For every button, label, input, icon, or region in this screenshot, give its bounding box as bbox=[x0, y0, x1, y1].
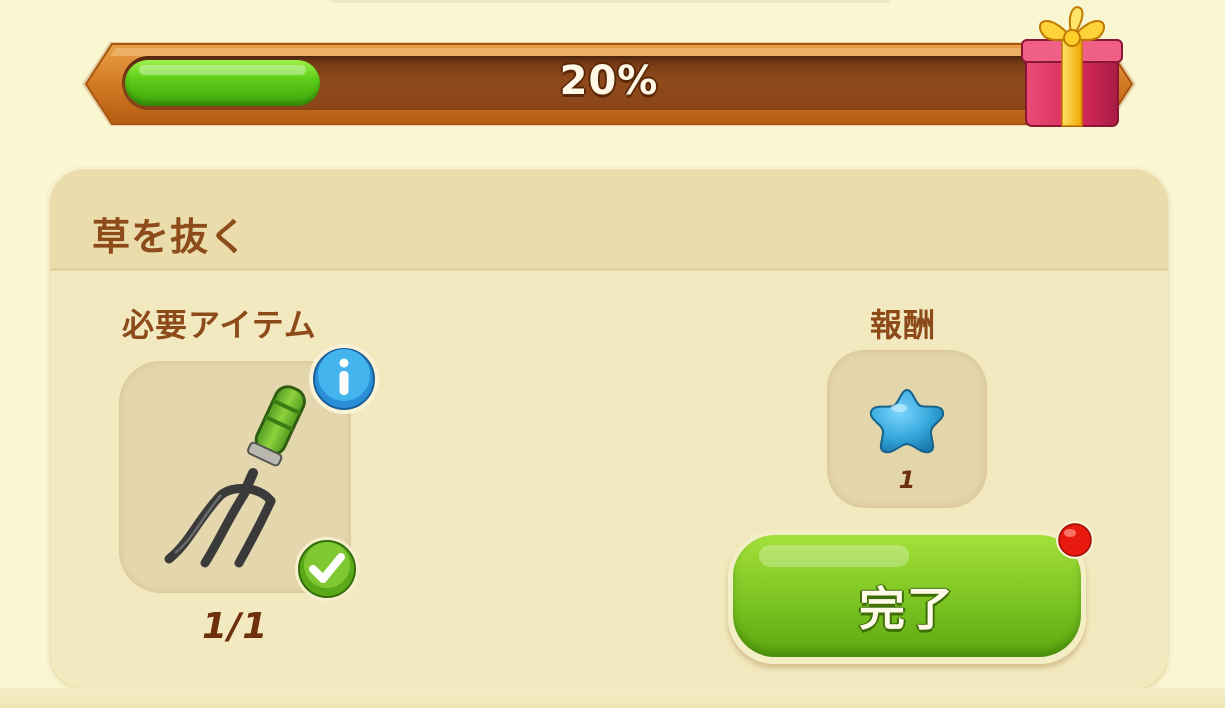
red-dot-icon bbox=[1055, 520, 1095, 564]
task-panel-header: 草を抜く bbox=[50, 170, 1168, 271]
task-title: 草を抜く bbox=[92, 215, 249, 259]
info-icon[interactable] bbox=[307, 342, 381, 420]
bottom-band bbox=[0, 688, 1225, 708]
reward-slot[interactable]: 1 bbox=[827, 350, 987, 508]
required-item-count: 1/1 bbox=[202, 606, 269, 647]
task-progress-bar: 20% bbox=[80, 40, 1138, 128]
complete-button-label: 完了 bbox=[859, 582, 955, 636]
complete-button[interactable]: 完了 bbox=[728, 530, 1086, 664]
reward-amount: 1 bbox=[898, 466, 916, 494]
complete-button-face: 完了 bbox=[733, 535, 1081, 657]
gift-box-icon[interactable] bbox=[1018, 0, 1126, 134]
progress-percent-label: 20% bbox=[559, 58, 659, 104]
blue-star-icon bbox=[869, 388, 945, 454]
required-items-label: 必要アイテム bbox=[122, 306, 317, 344]
top-edge-decoration bbox=[330, 0, 890, 3]
reward-label: 報酬 bbox=[870, 306, 937, 344]
checkmark-icon bbox=[293, 535, 361, 607]
